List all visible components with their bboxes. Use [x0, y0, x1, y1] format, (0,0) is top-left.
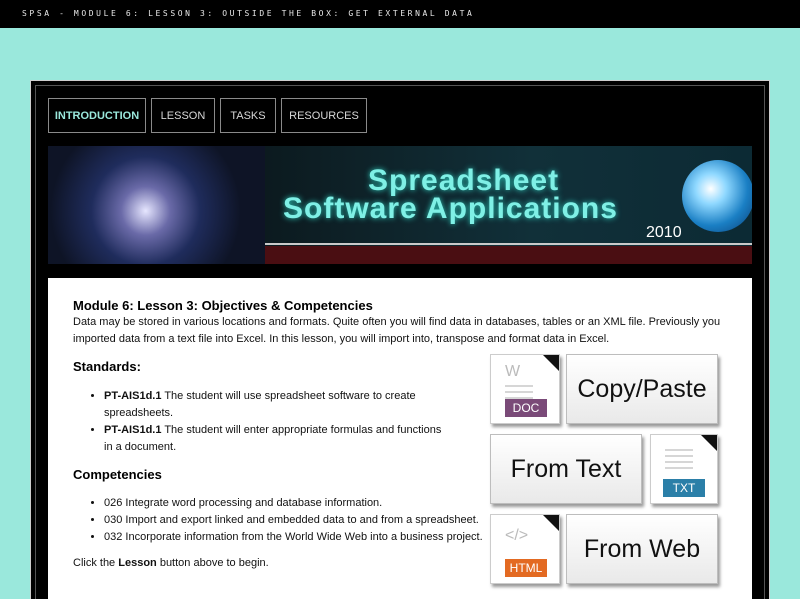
list-item: 030 Import and export linked and embedde…: [104, 512, 504, 529]
lesson-heading: Module 6: Lesson 3: Objectives & Compete…: [73, 298, 373, 313]
intro-paragraph: Data may be stored in various locations …: [73, 316, 721, 345]
tab-introduction[interactable]: INTRODUCTION: [48, 98, 146, 133]
list-item: PT-AIS1d.1 The student will enter approp…: [104, 422, 444, 456]
tab-navigation: INTRODUCTION LESSON TASKS RESOURCES: [48, 98, 367, 133]
tab-tasks[interactable]: TASKS: [220, 98, 276, 133]
tab-lesson[interactable]: LESSON: [151, 98, 215, 133]
title-bar: SPSA - MODULE 6: LESSON 3: OUTSIDE THE B…: [0, 0, 800, 28]
banner-artwork: [48, 146, 265, 264]
list-item: 026 Integrate word processing and databa…: [104, 495, 504, 512]
banner-year: 2010: [646, 224, 682, 241]
tab-resources[interactable]: RESOURCES: [281, 98, 367, 133]
html-file-icon: </> HTML: [490, 514, 560, 584]
banner-title-line2: Software Applications: [283, 192, 618, 225]
txt-file-icon: TXT: [650, 434, 718, 504]
from-text-tile: From Text: [490, 434, 642, 504]
competencies-heading: Competencies: [73, 467, 162, 482]
copy-paste-tile: Copy/Paste: [566, 354, 718, 424]
standards-list: PT-AIS1d.1 The student will use spreadsh…: [104, 388, 444, 456]
course-banner: Spreadsheet Software Applications 2010: [48, 146, 752, 264]
standards-heading: Standards:: [73, 359, 141, 374]
from-web-tile: From Web: [566, 514, 718, 584]
list-item: 032 Incorporate information from the Wor…: [104, 529, 504, 546]
page-title: SPSA - MODULE 6: LESSON 3: OUTSIDE THE B…: [22, 9, 475, 18]
start-instruction: Click the Lesson button above to begin.: [73, 557, 269, 569]
doc-file-icon: W DOC: [490, 354, 560, 424]
content-panel: Module 6: Lesson 3: Objectives & Compete…: [48, 278, 752, 599]
globe-icon: [682, 160, 752, 232]
list-item: PT-AIS1d.1 The student will use spreadsh…: [104, 388, 444, 422]
competencies-list: 026 Integrate word processing and databa…: [104, 495, 504, 546]
